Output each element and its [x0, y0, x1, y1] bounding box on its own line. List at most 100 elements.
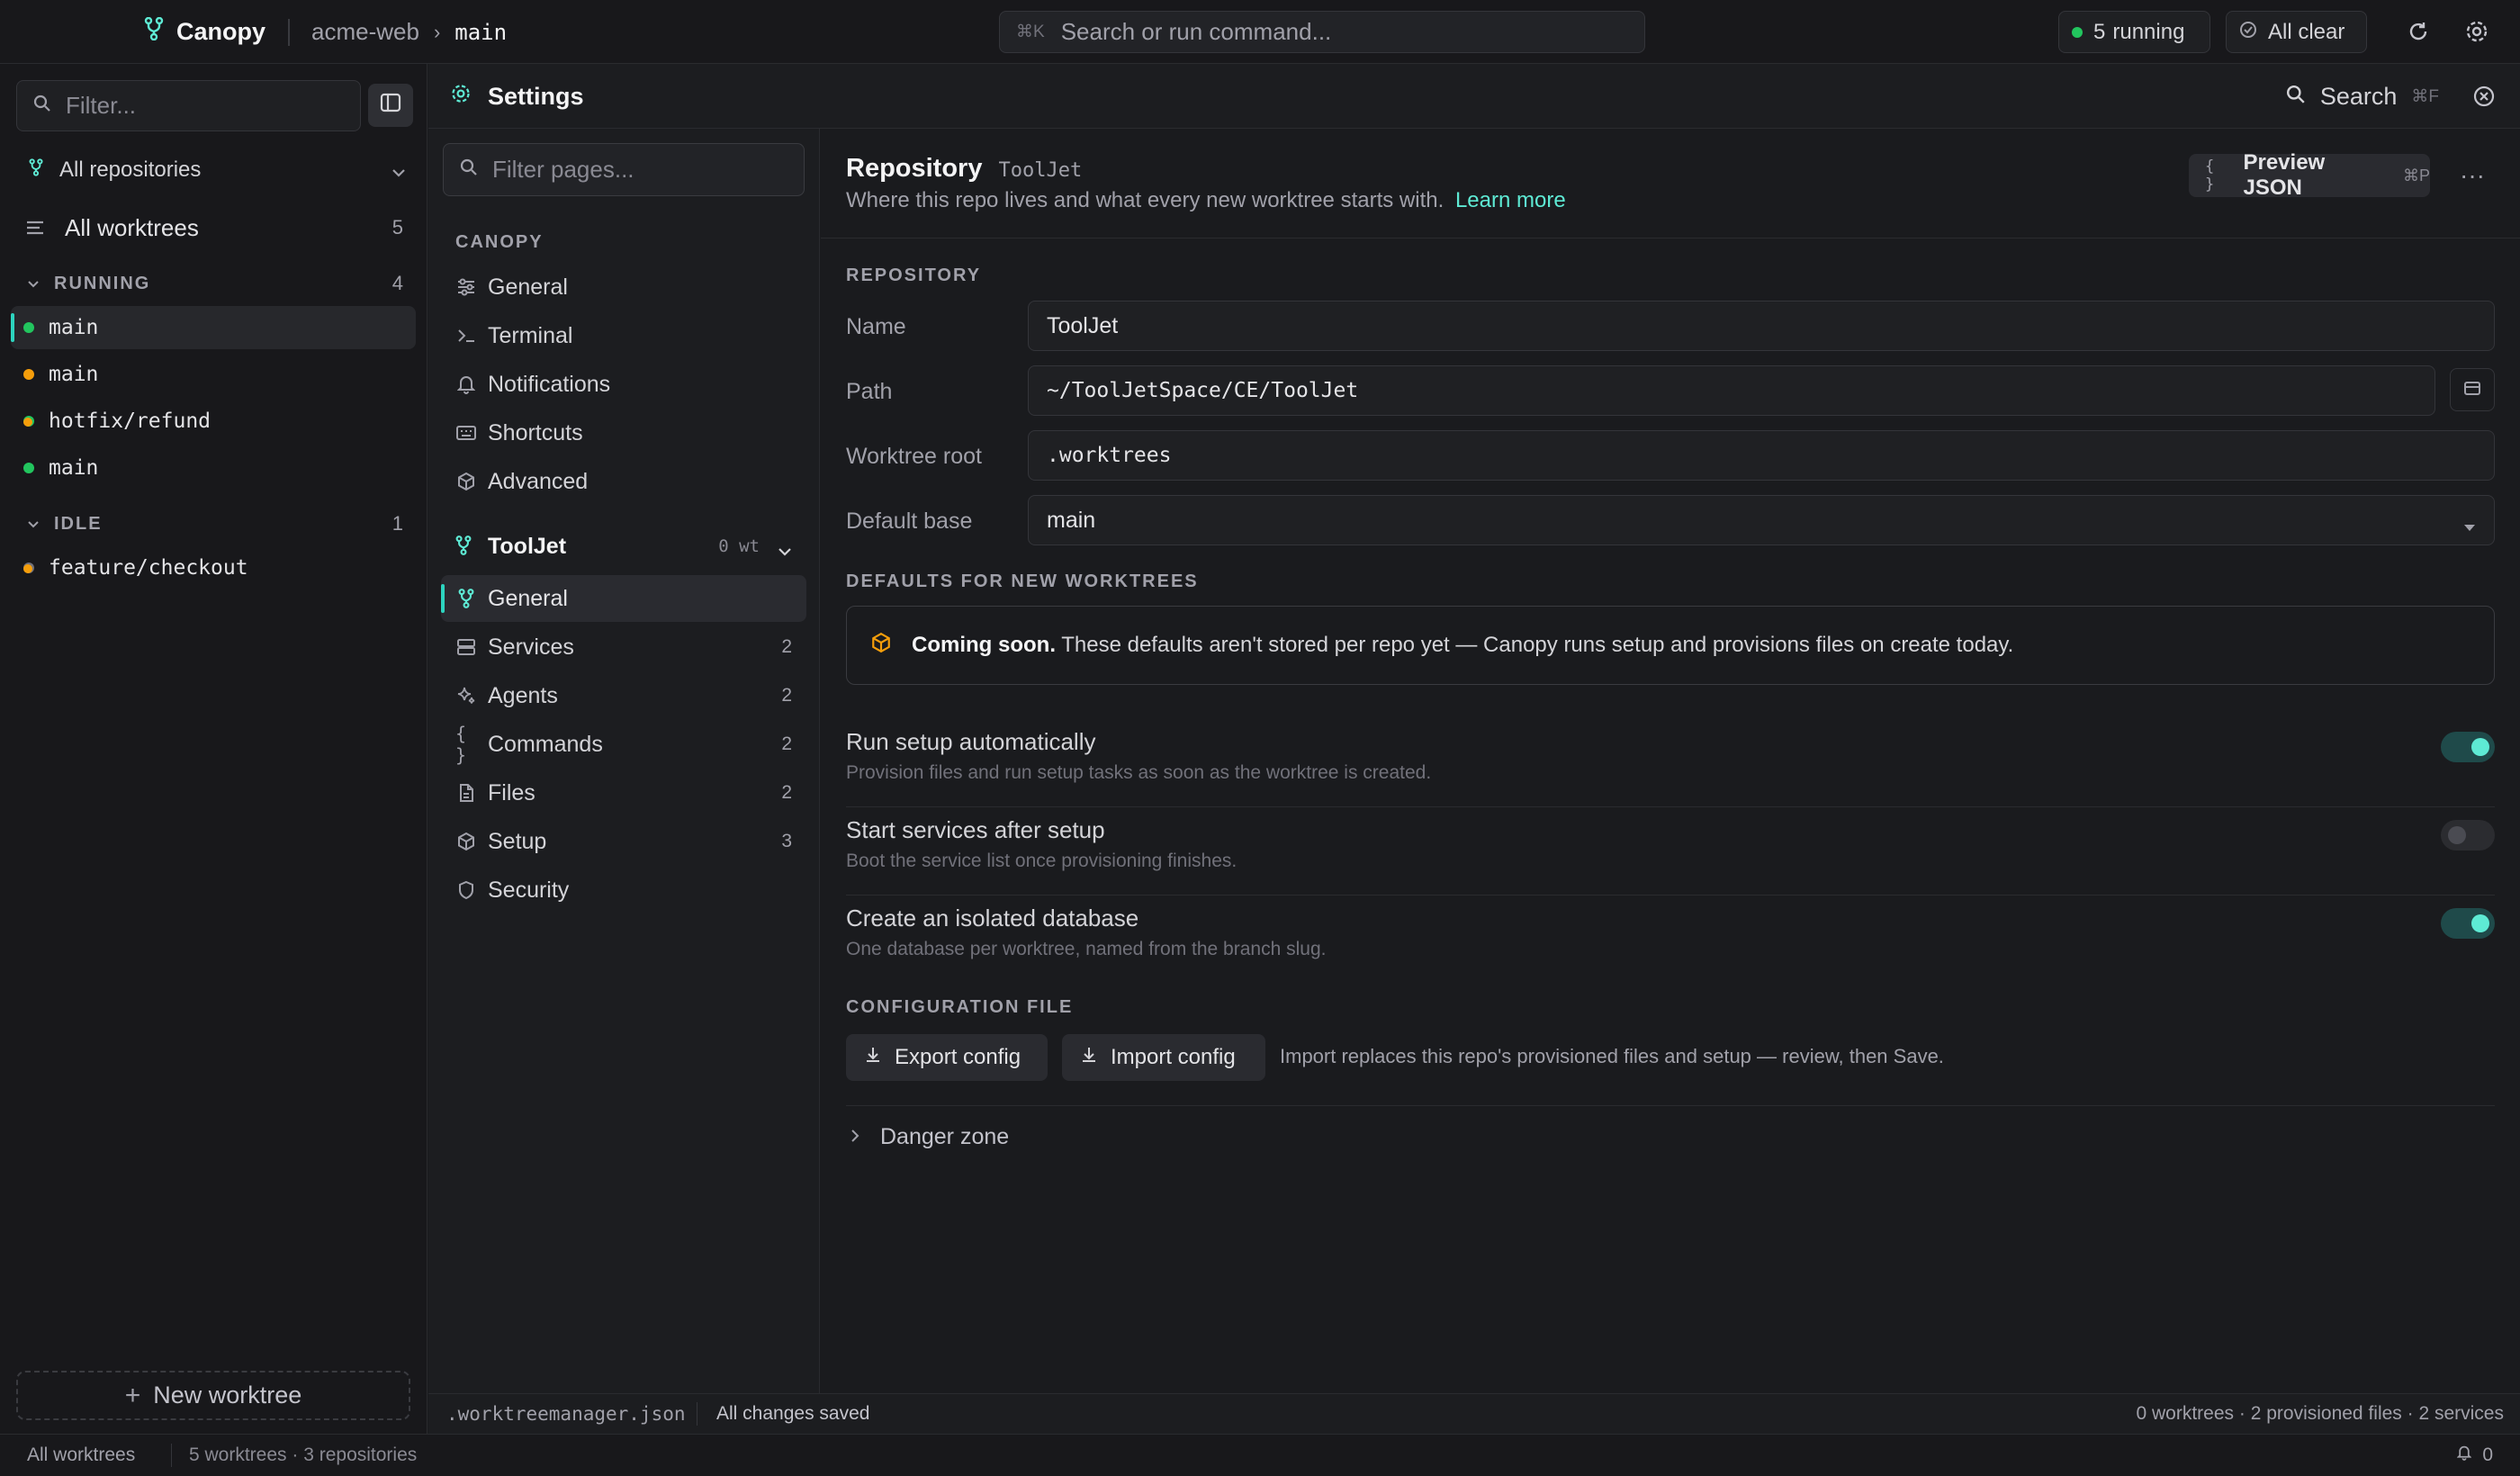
worktree-item-main[interactable]: main — [11, 353, 416, 396]
sidebar-panel-icon — [380, 93, 401, 119]
all-worktrees-count: 5 — [392, 216, 403, 238]
list-icon — [25, 214, 45, 242]
worktree-label: feature/checkout — [49, 556, 248, 580]
settings-search-button[interactable]: Search ⌘F — [2286, 64, 2439, 129]
export-config-label: Export config — [895, 1045, 1022, 1069]
run-setup-toggle[interactable] — [2441, 732, 2495, 762]
nav-repo-tooljet[interactable]: ToolJet 0 wt — [441, 526, 806, 566]
start-services-toggle[interactable] — [2441, 820, 2495, 850]
check-circle-icon — [2239, 20, 2257, 45]
nav-item-agents[interactable]: Agents 2 — [441, 672, 806, 719]
nav-item-general[interactable]: General — [441, 264, 806, 310]
worktree-item-main[interactable]: main — [11, 306, 416, 349]
branch-icon — [455, 536, 472, 562]
command-palette-input[interactable]: ⌘K Search or run command... — [999, 11, 1645, 53]
worktree-root-input[interactable]: .worktrees — [1028, 430, 2495, 481]
nav-item-label: Commands — [488, 731, 603, 757]
divider — [288, 18, 290, 46]
learn-more-link[interactable]: Learn more — [1455, 188, 1566, 212]
preview-json-button[interactable]: { } Preview JSON ⌘P — [2189, 150, 2430, 200]
nav-item-security[interactable]: Security — [441, 867, 806, 914]
gear-icon[interactable] — [2462, 16, 2492, 47]
path-input[interactable]: ~/ToolJetSpace/CE/ToolJet — [1028, 365, 2435, 416]
settings-filter[interactable] — [443, 143, 805, 196]
braces-icon: { } — [455, 723, 467, 766]
app-name: Canopy — [176, 18, 266, 45]
worktree-item-feature-checkout[interactable]: feature/checkout — [11, 546, 416, 590]
sidebar-filter-input[interactable] — [66, 92, 336, 120]
worktree-item-hotfix-refund[interactable]: hotfix/refund — [11, 400, 416, 443]
browse-folder-button[interactable] — [2450, 368, 2495, 411]
close-icon[interactable] — [2471, 84, 2497, 115]
nav-item-terminal[interactable]: Terminal — [441, 312, 806, 359]
import-config-button[interactable]: Import config — [1062, 1034, 1265, 1081]
nav-item-commands[interactable]: { } Commands 2 — [441, 721, 806, 768]
settings-filter-input[interactable] — [492, 156, 789, 184]
status-bar: All worktrees 5 worktrees · 3 repositori… — [0, 1434, 2520, 1476]
repository-selector[interactable]: All repositories — [29, 152, 407, 188]
page-title: Repository — [846, 154, 983, 183]
group-header-running[interactable]: RUNNING 4 — [27, 267, 403, 300]
nav-item-count: 2 — [781, 636, 792, 657]
config-filename: .worktreemanager.json — [446, 1403, 686, 1425]
worktree-item-main[interactable]: main — [11, 446, 416, 490]
branch-icon — [455, 588, 477, 609]
danger-zone-toggle[interactable]: Danger zone — [846, 1105, 2495, 1168]
nav-repo-worktree-count: 0 wt — [718, 536, 760, 556]
settings-title: Settings — [488, 82, 584, 110]
download-icon — [1080, 1045, 1098, 1070]
health-status-pill[interactable]: All clear — [2226, 11, 2367, 53]
import-config-label: Import config — [1111, 1045, 1236, 1069]
nav-item-label: Security — [488, 877, 570, 903]
nav-item-label: Advanced — [488, 468, 589, 494]
nav-item-advanced[interactable]: Advanced — [441, 458, 806, 505]
chevron-right-icon — [850, 1124, 860, 1150]
nav-item-files[interactable]: Files 2 — [441, 770, 806, 816]
refresh-icon[interactable] — [2403, 16, 2434, 47]
name-label: Name — [846, 314, 906, 339]
bell-icon — [455, 374, 477, 395]
page-subtitle: ToolJet — [998, 159, 1083, 182]
breadcrumb-repo[interactable]: acme-web — [311, 18, 419, 46]
status-scope[interactable]: All worktrees — [27, 1444, 135, 1466]
sidebar-toggle-button[interactable] — [368, 84, 413, 127]
more-options-icon[interactable]: ··· — [2454, 159, 2490, 192]
app-brand[interactable]: Canopy — [144, 0, 266, 64]
download-icon — [864, 1045, 882, 1070]
preview-json-label: Preview JSON — [2243, 150, 2326, 200]
nav-item-label: Files — [488, 779, 536, 806]
new-worktree-button[interactable]: + New worktree — [16, 1371, 410, 1420]
notice-body: These defaults aren't stored per repo ye… — [1061, 633, 2014, 657]
group-header-idle[interactable]: IDLE 1 — [27, 508, 403, 540]
gear-icon — [450, 83, 472, 111]
all-worktrees-item[interactable]: All worktrees 5 — [25, 208, 403, 248]
export-config-button[interactable]: Export config — [846, 1034, 1048, 1081]
nav-item-count: 2 — [781, 734, 792, 754]
nav-item-label: Terminal — [488, 322, 573, 348]
worktree-sidebar: All repositories All worktrees 5 RUNNING… — [0, 64, 428, 1434]
default-base-label: Default base — [846, 508, 973, 534]
toggle-description: Provision files and run setup tasks as s… — [846, 762, 1432, 783]
nav-item-shortcuts[interactable]: Shortcuts — [441, 410, 806, 456]
terminal-icon — [455, 325, 477, 346]
nav-item-notifications[interactable]: Notifications — [441, 361, 806, 408]
isolated-db-toggle[interactable] — [2441, 908, 2495, 939]
nav-item-setup[interactable]: Setup 3 — [441, 818, 806, 865]
toggle-row-isolated-db: Create an isolated database One database… — [846, 896, 2495, 984]
import-note: Import replaces this repo's provisioned … — [1280, 1045, 1944, 1067]
running-count: 5 — [2093, 19, 2106, 44]
nav-item-services[interactable]: Services 2 — [441, 624, 806, 670]
section-heading-defaults: DEFAULTS FOR NEW WORKTREES — [846, 572, 1199, 591]
chevron-down-icon — [27, 274, 40, 294]
running-status-pill[interactable]: 5 running — [2058, 11, 2210, 53]
divider — [171, 1444, 172, 1467]
notifications-button[interactable]: 0 — [2456, 1444, 2493, 1466]
section-heading-config: CONFIGURATION FILE — [846, 997, 1074, 1017]
breadcrumb-branch[interactable]: main — [454, 20, 507, 45]
nav-item-count: 2 — [781, 685, 792, 706]
sidebar-filter[interactable] — [16, 80, 361, 131]
worktree-label: main — [49, 456, 99, 480]
name-input[interactable]: ToolJet — [1028, 301, 2495, 351]
nav-item-repo-general[interactable]: General — [441, 575, 806, 622]
default-base-select[interactable]: main — [1028, 495, 2495, 545]
